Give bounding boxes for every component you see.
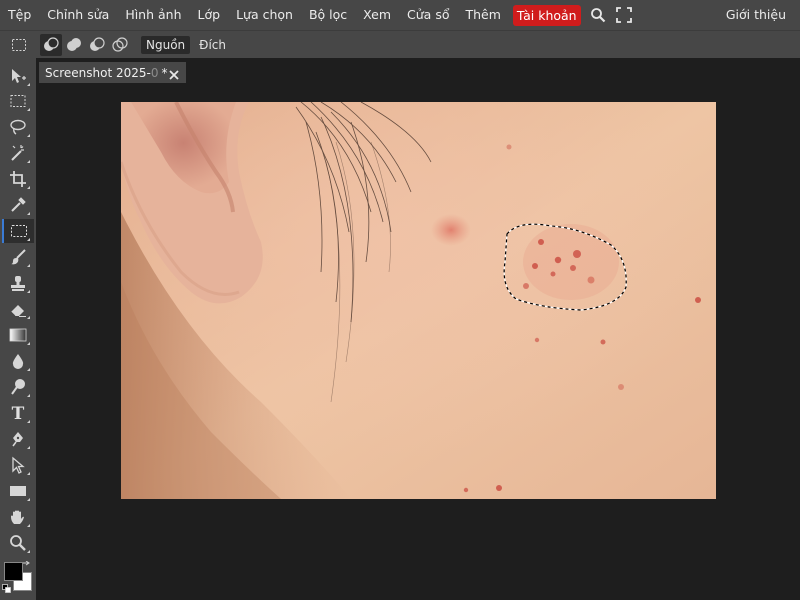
tool-options-bar: Nguồn Đích xyxy=(0,30,800,58)
destination-button[interactable]: Đích xyxy=(194,36,231,54)
move-tool-icon[interactable] xyxy=(2,64,34,88)
marquee-tool-icon[interactable] xyxy=(2,89,34,113)
document-tab-title-faded: 0 xyxy=(150,65,159,80)
gradient-tool-icon[interactable] xyxy=(2,323,34,347)
document-tab[interactable]: Screenshot 2025- 0 * xyxy=(39,62,186,83)
magic-wand-tool-icon[interactable] xyxy=(2,141,34,165)
crop-tool-icon[interactable] xyxy=(2,167,34,191)
text-tool-icon[interactable]: T xyxy=(2,401,34,425)
source-button[interactable]: Nguồn xyxy=(141,35,191,54)
menu-file[interactable]: Tệp xyxy=(0,0,39,30)
intersect-selection-icon[interactable] xyxy=(109,34,131,56)
path-select-tool-icon[interactable] xyxy=(2,453,34,477)
lasso-tool-icon[interactable] xyxy=(2,115,34,139)
fullscreen-icon[interactable] xyxy=(611,0,637,30)
clone-stamp-tool-icon[interactable] xyxy=(2,271,34,295)
blur-tool-icon[interactable] xyxy=(2,349,34,373)
eraser-tool-icon[interactable] xyxy=(2,297,34,321)
add-to-selection-icon[interactable] xyxy=(63,34,85,56)
dodge-tool-icon[interactable] xyxy=(2,375,34,399)
shape-tool-icon[interactable] xyxy=(2,479,34,503)
search-icon[interactable] xyxy=(585,0,611,30)
marquee-options-icon[interactable] xyxy=(8,34,30,56)
menu-bar: Tệp Chỉnh sửa Hình ảnh Lớp Lựa chọn Bộ l… xyxy=(0,0,800,30)
menu-layer[interactable]: Lớp xyxy=(190,0,229,30)
reset-colors-icon[interactable] xyxy=(2,584,11,593)
menu-select[interactable]: Lựa chọn xyxy=(228,0,301,30)
menu-image[interactable]: Hình ảnh xyxy=(117,0,189,30)
document-tab-title: Screenshot 2025- xyxy=(45,65,151,80)
svg-text:T: T xyxy=(12,404,25,422)
about-link[interactable]: Giới thiệu xyxy=(718,0,794,30)
menu-view[interactable]: Xem xyxy=(355,0,399,30)
new-selection-icon[interactable] xyxy=(40,33,62,56)
subtract-from-selection-icon[interactable] xyxy=(86,34,108,56)
zoom-tool-icon[interactable] xyxy=(2,531,34,555)
menu-filter[interactable]: Bộ lọc xyxy=(301,0,355,30)
brush-tool-icon[interactable] xyxy=(2,245,34,269)
tool-panel: T xyxy=(0,58,36,600)
patch-tool-icon[interactable] xyxy=(2,219,34,243)
menu-edit[interactable]: Chỉnh sửa xyxy=(39,0,117,30)
canvas-image[interactable] xyxy=(121,102,716,499)
menu-window[interactable]: Cửa sổ xyxy=(399,0,457,30)
menu-more[interactable]: Thêm xyxy=(457,0,508,30)
hand-tool-icon[interactable] xyxy=(2,505,34,529)
pen-tool-icon[interactable] xyxy=(2,427,34,451)
account-button[interactable]: Tài khoản xyxy=(512,4,581,26)
unsaved-indicator: * xyxy=(161,65,168,80)
close-tab-icon[interactable] xyxy=(168,66,180,80)
eyedropper-tool-icon[interactable] xyxy=(2,193,34,217)
foreground-color-swatch[interactable] xyxy=(4,562,23,581)
